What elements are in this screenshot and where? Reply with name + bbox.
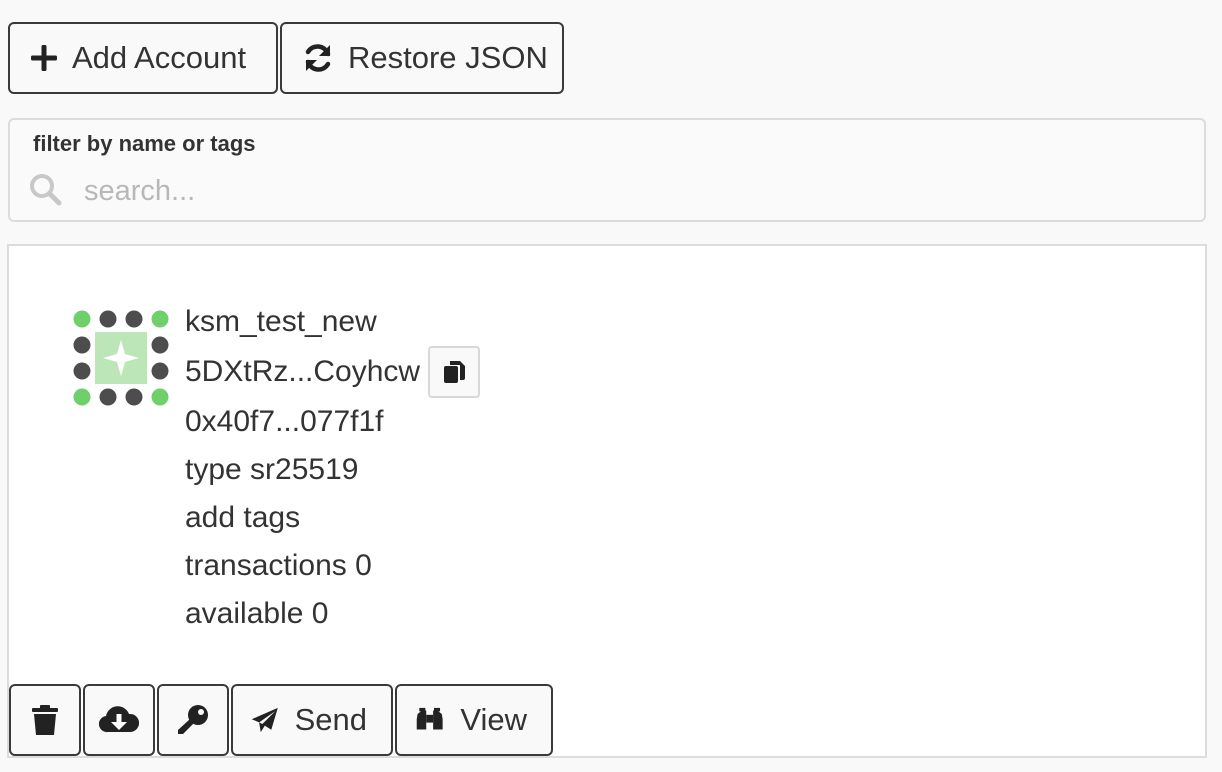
add-account-label: Add Account (72, 40, 247, 75)
address-row: 5DXtRz...Coyhcw (185, 346, 481, 398)
account-type: type sr25519 (185, 453, 359, 486)
binoculars-icon (416, 707, 443, 730)
paper-plane-icon (251, 707, 278, 733)
filter-label: filter by name or tags (33, 131, 256, 156)
account-actions: Send View (9, 684, 553, 756)
backup-account-button[interactable] (83, 684, 155, 756)
view-button[interactable]: View (395, 684, 553, 756)
account-card: ksm_test_new 5DXtRz...Coyhcw 0x40f7...07… (7, 244, 1207, 758)
polkadot-identicon-icon[interactable] (71, 308, 175, 417)
search-icon (28, 172, 62, 211)
account-info: ksm_test_new 5DXtRz...Coyhcw 0x40f7...07… (185, 298, 481, 638)
restore-json-label: Restore JSON (348, 40, 548, 75)
send-label: Send (294, 702, 367, 737)
sync-icon (305, 44, 331, 72)
copy-icon (444, 361, 466, 383)
account-address: 5DXtRz...Coyhcw (185, 355, 421, 388)
account-transactions: transactions 0 (185, 549, 372, 582)
add-tags-link[interactable]: add tags (185, 494, 480, 542)
delete-account-button[interactable] (9, 684, 81, 756)
restore-json-button[interactable]: Restore JSON (280, 22, 564, 94)
plus-icon (31, 45, 57, 71)
account-available-balance: available 0 (185, 597, 329, 630)
view-label: View (460, 702, 527, 737)
account-name[interactable]: ksm_test_new (185, 298, 480, 346)
account-public-key: 0x40f7...077f1f (185, 405, 384, 438)
add-account-button[interactable]: Add Account (8, 22, 278, 94)
account-toolbar: Add Account Restore JSON (8, 22, 564, 94)
change-password-button[interactable] (157, 684, 229, 756)
key-icon (178, 705, 208, 734)
send-button[interactable]: Send (231, 684, 393, 756)
trash-icon (32, 705, 58, 735)
copy-address-button[interactable] (428, 346, 481, 398)
filter-box: filter by name or tags (8, 118, 1206, 222)
search-input[interactable] (82, 168, 1186, 214)
cloud-download-icon (98, 706, 140, 733)
